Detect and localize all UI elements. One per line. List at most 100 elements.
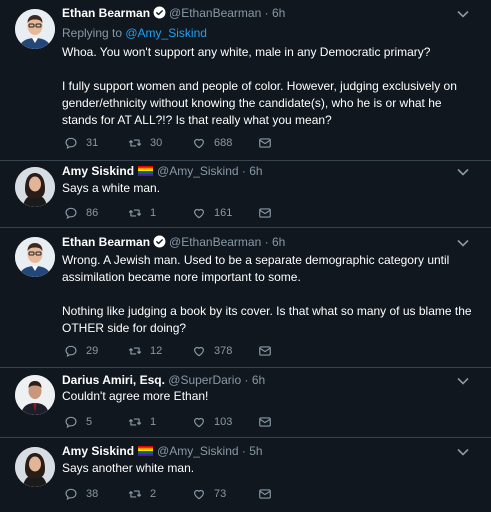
- pride-flag-icon: [138, 166, 153, 176]
- like-count: 103: [214, 416, 233, 428]
- like-button[interactable]: 103: [192, 415, 232, 429]
- chevron-down-icon[interactable]: [457, 168, 469, 176]
- tweet-paragraph: Nothing like judging a book by its cover…: [62, 304, 472, 335]
- avatar-ethan[interactable]: [15, 237, 55, 277]
- action-bar: 29 12 378: [62, 344, 322, 358]
- reply-button[interactable]: 86: [64, 206, 98, 220]
- dm-button[interactable]: [258, 136, 272, 150]
- handle[interactable]: @SuperDario: [168, 373, 241, 387]
- reply-button[interactable]: 5: [64, 415, 92, 429]
- retweet-icon: [128, 136, 142, 150]
- tweet-text: Whoa. You won't support any white, male …: [62, 44, 472, 129]
- replying-to-prefix: Replying to: [62, 26, 126, 40]
- dm-button[interactable]: [258, 415, 272, 429]
- tweet-header: Amy Siskind @Amy_Siskind · 5h: [62, 444, 263, 458]
- timestamp[interactable]: · 6h: [265, 6, 286, 20]
- like-icon: [192, 415, 206, 429]
- verified-icon: [153, 235, 166, 248]
- display-name[interactable]: Amy Siskind: [62, 444, 134, 458]
- tweet-paragraph: I fully support women and people of colo…: [62, 79, 457, 127]
- pride-flag-icon: [138, 446, 153, 456]
- reply-count: 29: [86, 345, 99, 357]
- dm-icon: [258, 206, 272, 220]
- dm-icon: [258, 415, 272, 429]
- reply-icon: [64, 206, 78, 220]
- retweet-count: 12: [150, 345, 163, 357]
- tweet-text: Says another white man.: [62, 460, 472, 477]
- avatar-darius[interactable]: [15, 375, 55, 415]
- like-icon: [192, 206, 206, 220]
- tweet-text: Wrong. A Jewish man. Used to be a separa…: [62, 252, 472, 337]
- dm-icon: [258, 487, 272, 501]
- like-button[interactable]: 73: [192, 487, 226, 501]
- retweet-button[interactable]: 1: [128, 415, 156, 429]
- action-bar: 31 30 688: [62, 136, 322, 150]
- action-bar: 5 1 103: [62, 415, 322, 429]
- reply-icon: [64, 136, 78, 150]
- retweet-button[interactable]: 2: [128, 487, 156, 501]
- retweet-count: 2: [150, 488, 157, 500]
- timestamp[interactable]: · 6h: [245, 373, 266, 387]
- timestamp[interactable]: · 6h: [265, 235, 286, 249]
- reply-count: 31: [86, 137, 99, 149]
- retweet-icon: [128, 415, 142, 429]
- timestamp[interactable]: · 6h: [242, 164, 263, 178]
- retweet-count: 30: [150, 137, 163, 149]
- retweet-count: 1: [150, 207, 157, 219]
- like-icon: [192, 344, 206, 358]
- tweet-5[interactable]: Amy Siskind @Amy_Siskind · 5h Says anothe…: [0, 437, 491, 512]
- reply-icon: [64, 415, 78, 429]
- retweet-icon: [128, 487, 142, 501]
- chevron-down-icon[interactable]: [457, 10, 469, 18]
- like-button[interactable]: 688: [192, 136, 232, 150]
- handle[interactable]: @Amy_Siskind: [157, 164, 239, 178]
- handle[interactable]: @EthanBearman: [169, 6, 261, 20]
- like-button[interactable]: 378: [192, 344, 232, 358]
- reply-button[interactable]: 31: [64, 136, 98, 150]
- tweet-text: Couldn't agree more Ethan!: [62, 388, 472, 405]
- chevron-down-icon[interactable]: [457, 377, 469, 385]
- timestamp[interactable]: · 5h: [242, 444, 263, 458]
- like-count: 688: [214, 137, 233, 149]
- display-name[interactable]: Darius Amiri, Esq.: [62, 373, 165, 387]
- retweet-button[interactable]: 30: [128, 136, 162, 150]
- retweet-button[interactable]: 1: [128, 206, 156, 220]
- like-button[interactable]: 161: [192, 206, 232, 220]
- display-name[interactable]: Ethan Bearman: [62, 6, 150, 20]
- tweet-1[interactable]: Ethan Bearman @EthanBearman · 6h Replying…: [0, 0, 491, 161]
- avatar-amy[interactable]: [15, 447, 55, 487]
- tweet-4[interactable]: Darius Amiri, Esq. @SuperDario · 6h Coul…: [0, 367, 491, 438]
- retweet-count: 1: [150, 416, 157, 428]
- chevron-down-icon[interactable]: [457, 448, 469, 456]
- tweet-text: Says a white man.: [62, 180, 472, 197]
- dm-icon: [258, 344, 272, 358]
- handle[interactable]: @EthanBearman: [169, 235, 261, 249]
- like-icon: [192, 136, 206, 150]
- replying-to: Replying to @Amy_Siskind: [62, 26, 207, 40]
- dm-button[interactable]: [258, 206, 272, 220]
- reply-button[interactable]: 29: [64, 344, 98, 358]
- retweet-icon: [128, 206, 142, 220]
- tweet-paragraph: Couldn't agree more Ethan!: [62, 389, 209, 403]
- reply-button[interactable]: 38: [64, 487, 98, 501]
- like-icon: [192, 487, 206, 501]
- tweet-3[interactable]: Ethan Bearman @EthanBearman · 6h Wrong. A…: [0, 227, 491, 368]
- reply-icon: [64, 344, 78, 358]
- display-name[interactable]: Ethan Bearman: [62, 235, 150, 249]
- handle[interactable]: @Amy_Siskind: [157, 444, 239, 458]
- tweet-paragraph: Whoa. You won't support any white, male …: [62, 45, 431, 59]
- display-name[interactable]: Amy Siskind: [62, 164, 134, 178]
- tweet-2[interactable]: Amy Siskind @Amy_Siskind · 6h Says a whit…: [0, 160, 491, 228]
- replying-to-link[interactable]: @Amy_Siskind: [125, 26, 207, 40]
- dm-button[interactable]: [258, 487, 272, 501]
- retweet-button[interactable]: 12: [128, 344, 162, 358]
- avatar-amy[interactable]: [15, 167, 55, 207]
- retweet-icon: [128, 344, 142, 358]
- avatar-ethan[interactable]: [15, 9, 55, 49]
- chevron-down-icon[interactable]: [457, 239, 469, 247]
- tweet-paragraph: Says another white man.: [62, 461, 195, 475]
- like-count: 161: [214, 207, 233, 219]
- tweet-paragraph: Wrong. A Jewish man. Used to be a separa…: [62, 253, 450, 284]
- dm-button[interactable]: [258, 344, 272, 358]
- like-count: 378: [214, 345, 233, 357]
